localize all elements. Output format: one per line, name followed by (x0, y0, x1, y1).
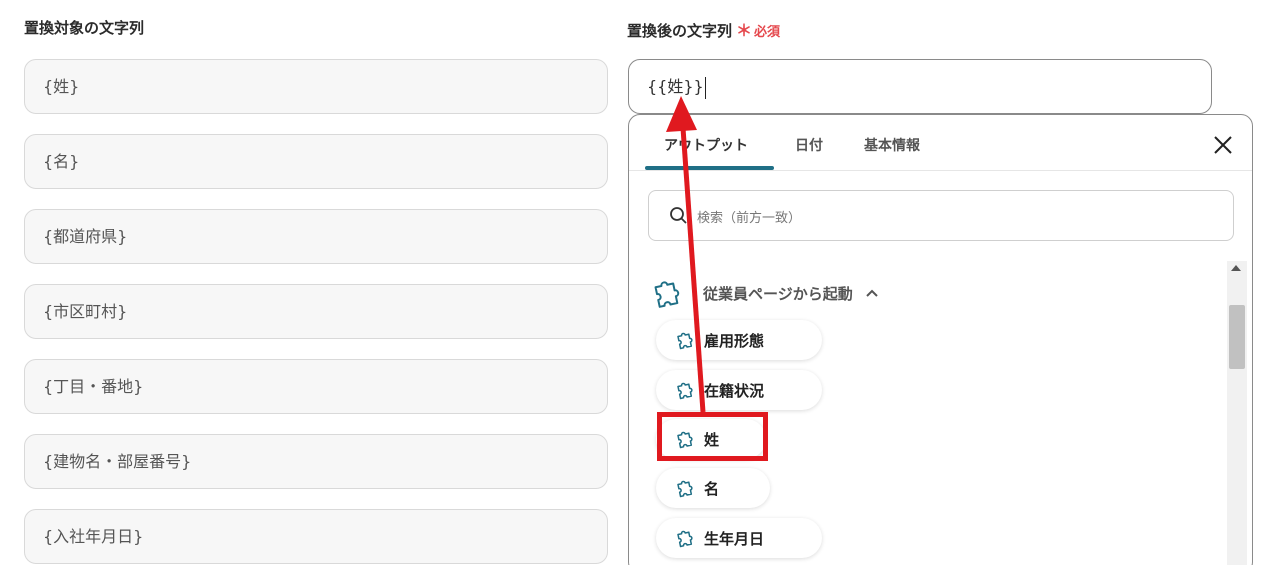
required-badge: 必須 (754, 25, 781, 40)
item-label: 生年月日 (704, 529, 765, 548)
scrollbar[interactable] (1227, 261, 1247, 565)
tab-date[interactable]: 日付 (795, 135, 823, 155)
text-caret (704, 76, 706, 99)
active-tab-indicator (645, 166, 774, 170)
group-header[interactable]: 従業員ページから起動 (649, 275, 879, 311)
item-birth-date[interactable]: 生年月日 (656, 518, 822, 558)
annotation-highlight-box (657, 412, 768, 461)
close-icon (1214, 136, 1232, 154)
puzzle-icon (654, 281, 680, 308)
source-string-label: 置換対象の文字列 (24, 19, 145, 37)
popup-tabs: アウトプット 日付 基本情報 (629, 115, 1252, 171)
source-field-address[interactable]: {丁目・番地} (24, 359, 608, 414)
replacement-label-text: 置換後の文字列 (627, 22, 733, 40)
puzzle-icon (677, 480, 693, 498)
puzzle-icon (677, 332, 693, 350)
item-mei[interactable]: 名 (656, 468, 770, 508)
replacement-input[interactable]: {{姓}} (628, 59, 1212, 114)
search-icon (670, 207, 687, 224)
replacement-input-value: {{姓}} (647, 77, 704, 96)
puzzle-icon (677, 382, 693, 400)
item-employment-status[interactable]: 在籍状況 (656, 370, 822, 410)
replacement-string-label: 置換後の文字列＊必須 (627, 17, 780, 41)
source-field-hire-date[interactable]: {入社年月日} (24, 509, 608, 564)
search-placeholder: 検索（前方一致） (697, 211, 802, 226)
scroll-thumb[interactable] (1229, 305, 1245, 369)
form-root: 置換対象の文字列 {姓} {名} {都道府県} {市区町村} {丁目・番地} {… (0, 0, 1278, 565)
search-input[interactable]: 検索（前方一致） (648, 190, 1234, 241)
close-button[interactable] (1211, 133, 1235, 157)
item-label: 在籍状況 (704, 381, 765, 400)
item-label: 名 (704, 479, 720, 498)
source-field-prefecture[interactable]: {都道府県} (24, 209, 608, 264)
group-title: 従業員ページから起動 (703, 284, 853, 303)
item-employment-type[interactable]: 雇用形態 (656, 320, 822, 360)
source-field-mei[interactable]: {名} (24, 134, 608, 189)
source-field-city[interactable]: {市区町村} (24, 284, 608, 339)
item-label: 雇用形態 (704, 331, 765, 350)
source-field-building[interactable]: {建物名・部屋番号} (24, 434, 608, 489)
required-asterisk: ＊ (736, 21, 753, 40)
variable-picker-popup: アウトプット 日付 基本情報 検索（前方一致） 従業員ページから起動 雇用形態 … (628, 114, 1253, 565)
source-field-sei[interactable]: {姓} (24, 59, 608, 114)
scroll-up-arrow[interactable] (1231, 265, 1241, 271)
puzzle-icon (677, 530, 693, 548)
tab-basic-info[interactable]: 基本情報 (864, 135, 920, 155)
chevron-up-icon (865, 289, 878, 297)
tab-output[interactable]: アウトプット (664, 135, 748, 155)
